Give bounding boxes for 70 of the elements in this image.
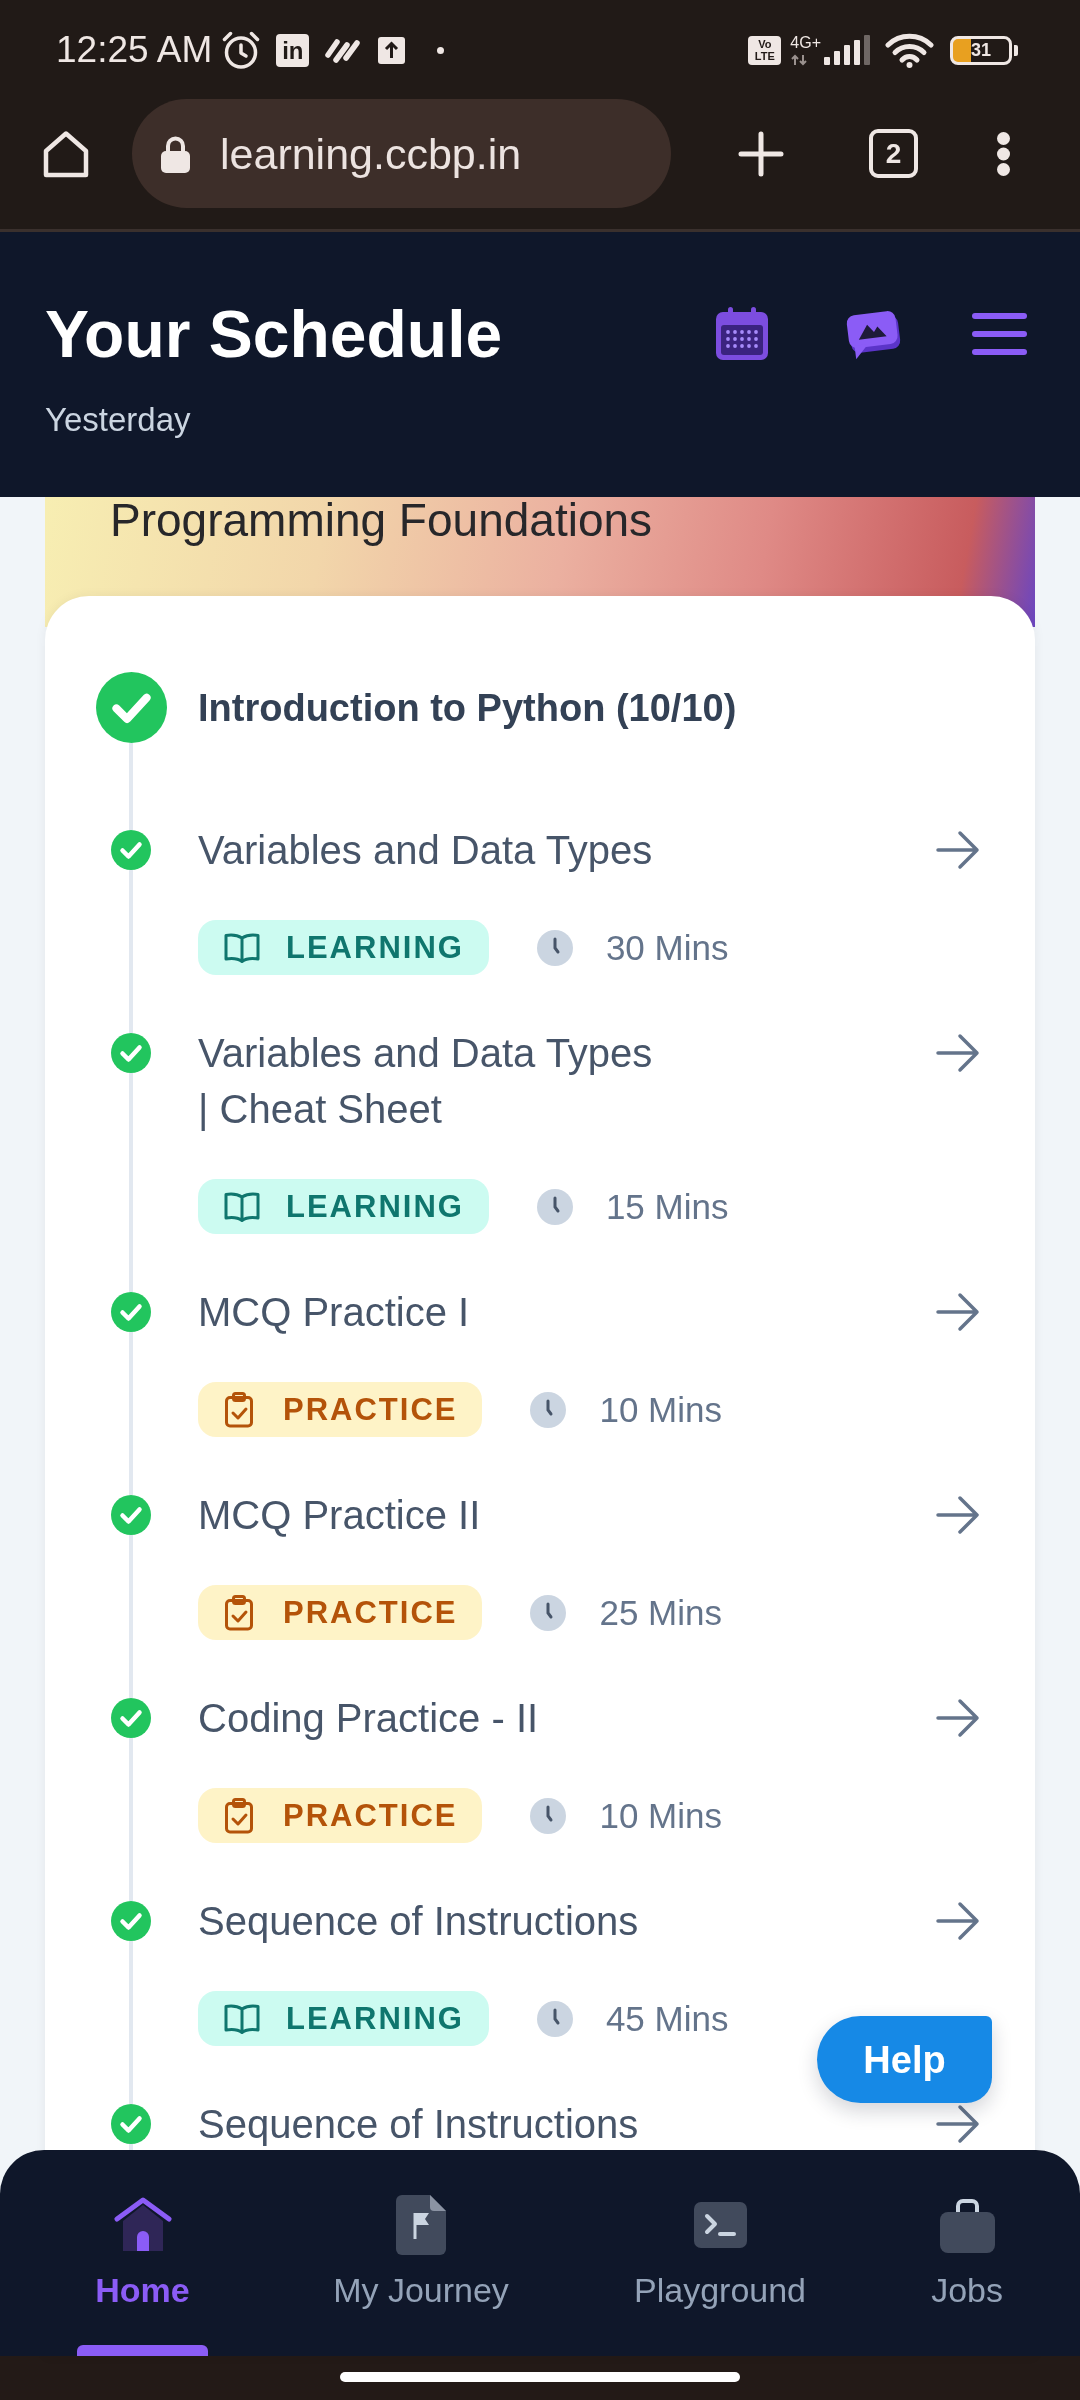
clock-icon bbox=[530, 1797, 567, 1834]
open-book-icon bbox=[224, 932, 260, 963]
clock-icon bbox=[536, 929, 573, 966]
lesson-title: MCQ Practice I bbox=[198, 1289, 470, 1336]
tag-label: LEARNING bbox=[286, 929, 464, 966]
nav-tab[interactable]: Home bbox=[77, 2150, 208, 2356]
alarm-clock-icon bbox=[221, 30, 262, 70]
battery-indicator: 31 bbox=[950, 35, 1018, 65]
clock-icon bbox=[536, 1188, 573, 1225]
module-title: Introduction to Python (10/10) bbox=[198, 685, 737, 731]
calendar-icon[interactable] bbox=[715, 307, 769, 361]
signal-strength-icon bbox=[824, 35, 870, 65]
duration-text: 15 Mins bbox=[605, 1185, 729, 1228]
lesson-title: MCQ Practice II bbox=[198, 1492, 481, 1539]
clipboard-check-icon bbox=[224, 1594, 254, 1631]
arrow-right-icon[interactable] bbox=[936, 830, 980, 870]
nav-tab[interactable]: My Journey bbox=[333, 2150, 509, 2356]
data-activity-icon bbox=[790, 54, 809, 66]
arrow-right-icon[interactable] bbox=[936, 1033, 980, 1073]
tag-label: LEARNING bbox=[286, 2000, 464, 2037]
tag-label: LEARNING bbox=[286, 1188, 464, 1225]
network-type-label: 4G+ bbox=[790, 34, 821, 51]
clock-icon bbox=[530, 1594, 567, 1631]
app-notification-icon: in bbox=[276, 33, 310, 67]
lesson-title: Sequence of Instructions bbox=[198, 2101, 639, 2148]
volte-indicator: Vo LTE bbox=[748, 35, 782, 65]
notification-dot-icon bbox=[437, 46, 445, 54]
tab-switcher-button[interactable]: 2 bbox=[869, 129, 918, 178]
upload-icon bbox=[378, 36, 406, 64]
address-bar[interactable]: learning.ccbp.in bbox=[132, 99, 671, 208]
tag-label: PRACTICE bbox=[283, 1594, 458, 1631]
clipboard-check-icon bbox=[224, 1797, 254, 1834]
duration-text: 30 Mins bbox=[605, 926, 729, 969]
lesson-title: Sequence of Instructions bbox=[198, 1898, 639, 1945]
help-button[interactable]: Help bbox=[817, 2016, 992, 2103]
open-book-icon bbox=[224, 2003, 260, 2034]
tag-label: PRACTICE bbox=[283, 1391, 458, 1428]
duration-text: 10 Mins bbox=[599, 1794, 722, 1837]
status-time: 12:25 AM bbox=[56, 28, 213, 72]
arrow-right-icon[interactable] bbox=[936, 1698, 980, 1738]
briefcase-icon bbox=[939, 2197, 995, 2253]
nav-tab[interactable]: Jobs bbox=[931, 2150, 1003, 2356]
duration-text: 45 Mins bbox=[605, 1997, 729, 2040]
home-icon[interactable] bbox=[41, 128, 91, 179]
menu-icon[interactable] bbox=[972, 313, 1027, 355]
lock-icon bbox=[160, 134, 191, 173]
page-title: Your Schedule bbox=[45, 298, 503, 370]
nav-tab[interactable]: Playground bbox=[634, 2150, 807, 2356]
arrow-right-icon[interactable] bbox=[936, 1495, 980, 1535]
lesson-title: Variables and Data Types | Cheat Sheet bbox=[198, 1030, 653, 1133]
duration-text: 25 Mins bbox=[599, 1591, 722, 1634]
tag-label: PRACTICE bbox=[283, 1797, 458, 1834]
terminal-icon bbox=[693, 2202, 747, 2248]
arrow-right-icon[interactable] bbox=[936, 1901, 980, 1941]
clock-icon bbox=[536, 2000, 573, 2037]
new-tab-plus-icon[interactable] bbox=[738, 130, 784, 177]
lesson-title: Coding Practice - II bbox=[198, 1695, 539, 1742]
arrow-right-icon[interactable] bbox=[936, 1292, 980, 1332]
arrow-right-icon[interactable] bbox=[936, 2104, 980, 2144]
flag-document-icon bbox=[396, 2195, 446, 2255]
clipboard-check-icon bbox=[224, 1391, 254, 1428]
duration-text: 10 Mins bbox=[599, 1388, 722, 1431]
clock-icon bbox=[530, 1391, 567, 1428]
lesson-title: Variables and Data Types bbox=[198, 827, 653, 874]
more-menu-icon[interactable] bbox=[996, 130, 1011, 177]
house-icon bbox=[112, 2197, 173, 2253]
url-text: learning.ccbp.in bbox=[220, 128, 522, 180]
date-subtitle: Yesterday bbox=[45, 400, 191, 440]
open-book-icon bbox=[224, 1191, 260, 1222]
gesture-handle[interactable] bbox=[340, 2372, 740, 2382]
